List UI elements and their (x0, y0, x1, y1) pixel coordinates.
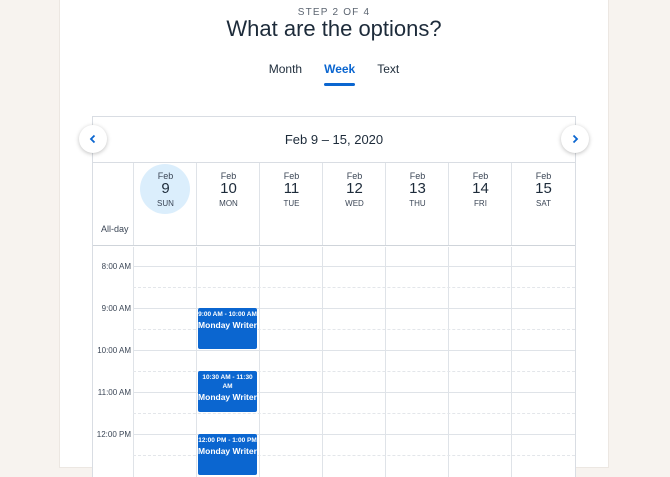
tab-week[interactable]: Week (324, 62, 356, 86)
event-title: Monday Writer (198, 392, 257, 402)
day-number: 14 (472, 180, 489, 197)
scheduler-panel: STEP 2 OF 4 What are the options? Month … (60, 0, 608, 477)
day-number: 13 (409, 180, 426, 197)
hour-line (133, 350, 575, 351)
grid-divider (133, 247, 134, 477)
day-of-week: WED (345, 199, 364, 208)
tab-text[interactable]: Text (377, 62, 399, 86)
week-calendar: Feb 9 – 15, 2020 All-day Feb 9 SUN Feb 1… (79, 116, 589, 477)
date-range-label: Feb 9 – 15, 2020 (93, 117, 575, 163)
half-hour-line (133, 287, 575, 288)
next-week-button[interactable] (561, 125, 589, 153)
day-number: 10 (220, 180, 237, 197)
day-of-week: TUE (283, 199, 300, 208)
day-number: 9 (161, 180, 170, 197)
time-label: 10:00 AM (97, 346, 131, 355)
time-label: 9:00 AM (101, 304, 131, 313)
day-header-wed[interactable]: Feb 12 WED (322, 163, 386, 245)
day-of-week: THU (409, 199, 426, 208)
event-time: 12:00 PM - 1:00 PM (198, 437, 257, 444)
day-header-sat[interactable]: Feb 15 SAT (511, 163, 575, 245)
allday-label: All-day (101, 224, 129, 234)
event-time: 9:00 AM - 10:00 AM (198, 311, 257, 318)
event-time: 10:30 AM - 11:30 AM (202, 374, 253, 390)
calendar-event[interactable]: 10:30 AM - 11:30 AM Monday Writer (198, 371, 257, 412)
event-title: Monday Writer (198, 446, 257, 456)
time-label: 12:00 PM (96, 430, 131, 439)
day-of-week: SAT (536, 199, 551, 208)
day-of-week: SUN (157, 199, 174, 208)
day-header-row: All-day Feb 9 SUN Feb 10 MON Feb 11 TUE (93, 163, 575, 246)
day-number: 15 (535, 180, 552, 197)
grid-divider (259, 247, 260, 477)
day-header-sun[interactable]: Feb 9 SUN (133, 163, 197, 245)
time-grid[interactable]: 8:00 AM 9:00 AM 10:00 AM 11:00 AM 12:00 … (93, 247, 575, 477)
day-header-tue[interactable]: Feb 11 TUE (259, 163, 323, 245)
day-header-mon[interactable]: Feb 10 MON (196, 163, 260, 245)
grid-divider (511, 247, 512, 477)
day-of-week: MON (219, 199, 238, 208)
tab-month[interactable]: Month (269, 62, 302, 86)
view-tabs: Month Week Text (60, 62, 608, 86)
chevron-left-icon (89, 134, 96, 144)
previous-week-button[interactable] (79, 125, 107, 153)
grid-divider (448, 247, 449, 477)
day-header-thu[interactable]: Feb 13 THU (385, 163, 449, 245)
grid-divider (322, 247, 323, 477)
day-number: 11 (283, 180, 300, 197)
day-of-week: FRI (474, 199, 487, 208)
calendar-event[interactable]: 12:00 PM - 1:00 PM Monday Writer (198, 434, 257, 475)
half-hour-line (133, 413, 575, 414)
calendar-event[interactable]: 9:00 AM - 10:00 AM Monday Writer (198, 308, 257, 349)
chevron-right-icon (572, 134, 579, 144)
day-header-fri[interactable]: Feb 14 FRI (448, 163, 512, 245)
page-title: What are the options? (226, 16, 442, 41)
event-title: Monday Writer (198, 320, 257, 330)
grid-divider (196, 247, 197, 477)
time-label: 8:00 AM (101, 262, 131, 271)
grid-divider (385, 247, 386, 477)
time-label: 11:00 AM (97, 388, 131, 397)
hour-line (133, 266, 575, 267)
day-number: 12 (346, 180, 363, 197)
